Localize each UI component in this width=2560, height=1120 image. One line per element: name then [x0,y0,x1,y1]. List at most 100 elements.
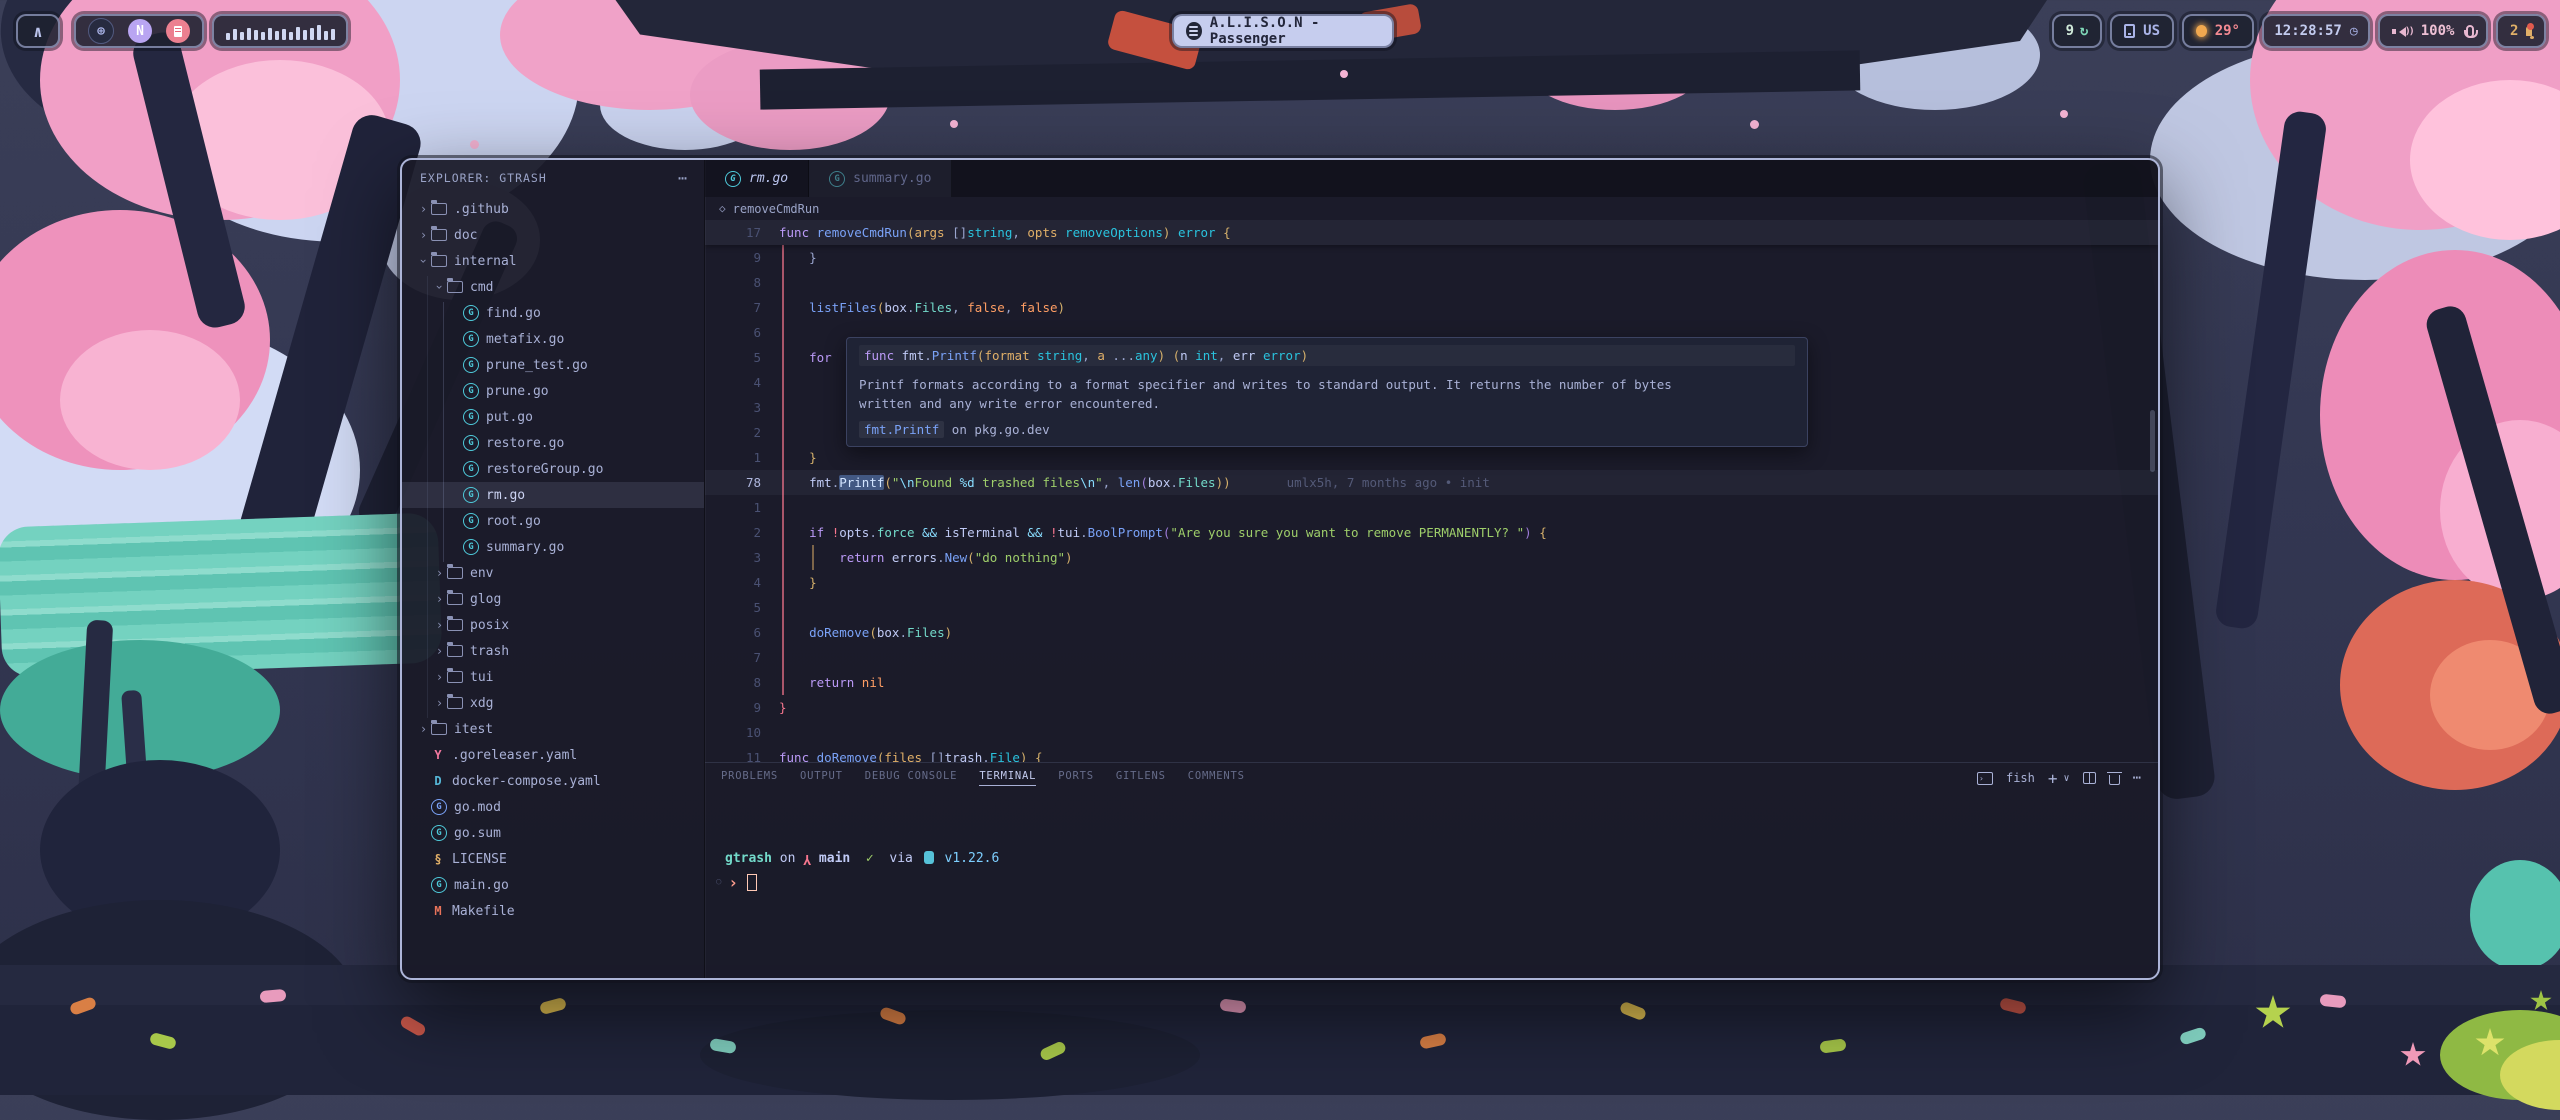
file-tree-item[interactable]: ›itest [402,716,704,742]
panel-tabs: PROBLEMS OUTPUT DEBUG CONSOLE TERMINAL PORTS… [721,770,1245,786]
file-tree-item[interactable]: Groot.go [402,508,704,534]
chevron-icon: › [432,644,447,658]
terminal[interactable]: gtrash on Y main ✓ via v1.22.6 ○ › [705,793,2158,894]
terminal-cursor [747,874,757,891]
code-line: 8 [705,270,2158,295]
code-token: "Are you sure you want to remove PERMANE… [1170,525,1524,540]
panel-tab[interactable]: GITLENS [1116,770,1166,786]
editor-scrollbar[interactable] [2150,410,2155,472]
file-tree-item[interactable]: Gprune_test.go [402,352,704,378]
launcher-pill[interactable]: ∧ [16,14,60,48]
code-line: 9} [705,695,2158,720]
code-token [779,475,809,490]
file-tree-item[interactable]: ›glog [402,586,704,612]
file-tree-item[interactable]: ›internal [402,248,704,274]
explorer-sidebar: EXPLORER: GTRASH ⋯ ›.github›doc›internal… [402,160,705,978]
split-terminal-icon[interactable] [2083,772,2096,784]
code-token: func [779,750,817,762]
panel-tab[interactable]: PORTS [1058,770,1094,786]
file-tree-label: env [470,566,493,581]
bottom-panel: PROBLEMS OUTPUT DEBUG CONSOLE TERMINAL PORTS… [705,762,2158,978]
code-line: 3 return errors.New("do nothing") [705,545,2158,570]
weather-pill[interactable]: 29° [2182,14,2254,48]
tab-label: summary.go [853,171,931,186]
file-tree-item[interactable]: Ggo.mod [402,794,704,820]
browser-app-icon[interactable]: ⊕ [88,18,114,44]
file-tree-item[interactable]: GrestoreGroup.go [402,456,704,482]
shell-label[interactable]: fish [2006,771,2035,785]
panel-tab[interactable]: DEBUG CONSOLE [865,770,958,786]
file-tree-label: summary.go [486,540,564,555]
files-app-icon[interactable] [166,19,190,43]
code-token: doRemove [817,750,877,762]
more-actions-icon[interactable]: ⋯ [678,169,688,187]
panel-tab[interactable]: OUTPUT [800,770,843,786]
kill-terminal-icon[interactable] [2109,775,2120,785]
notifications-pill[interactable]: 2 [2496,14,2546,48]
updates-pill[interactable]: 9 ↻ [2052,14,2102,48]
file-tree-item[interactable]: ›env [402,560,704,586]
code-editor[interactable]: 17func removeCmdRun(args []string, opts … [705,220,2158,762]
panel-tab[interactable]: PROBLEMS [721,770,778,786]
code-token: ( [884,475,892,490]
file-tree-label: xdg [470,696,493,711]
file-tree-item[interactable]: ›doc [402,222,704,248]
editor-tab[interactable]: Grm.go [705,160,809,197]
code-token: ) [1058,300,1066,315]
code-token: n [1180,348,1195,363]
file-tree-item[interactable]: › tui [402,664,704,690]
audio-visualizer-pill [212,14,348,48]
file-tree-item[interactable]: Ddocker-compose.yaml [402,768,704,794]
file-tree-item[interactable]: Gsummary.go [402,534,704,560]
tooltip-link-text[interactable]: on pkg.go.dev [952,422,1050,437]
file-tree-item[interactable]: Gfind.go [402,300,704,326]
code-token [779,300,809,315]
go-file-icon: G [463,305,479,321]
code-text: } [779,450,817,465]
line-number: 11 [705,750,779,762]
code-text: func doRemove(files []trash.File) { [779,750,1042,762]
code-line: 7 [705,645,2158,670]
breadcrumb[interactable]: ◇ removeCmdRun [705,197,2158,220]
new-terminal-icon[interactable]: + [2048,769,2058,788]
editor-tab[interactable]: Gsummary.go [809,160,952,197]
file-tree-item[interactable]: Grm.go [402,482,704,508]
code-token: [] [952,225,967,240]
file-tree-label: prune_test.go [486,358,588,373]
code-token: box [877,625,900,640]
file-tree-item[interactable]: ›trash [402,638,704,664]
code-token: , [1012,225,1027,240]
file-tree-item[interactable]: ›cmd [402,274,704,300]
go-file-icon: G [463,513,479,529]
update-icon: ↻ [2080,23,2088,39]
chevron-icon: › [432,670,447,684]
file-tree-item[interactable]: ›.github [402,196,704,222]
now-playing-pill[interactable]: A.L.I.S.O.N - Passenger [1172,14,1394,48]
file-tree-item[interactable]: Gput.go [402,404,704,430]
tooltip-code-link[interactable]: fmt.Printf [859,421,944,438]
clock-pill[interactable]: 12:28:57 ◷ [2262,14,2370,48]
sun-icon [2196,25,2207,37]
notes-app-icon[interactable]: N [128,19,152,43]
file-tree-item[interactable]: ›posix [402,612,704,638]
code-text: return nil [779,675,884,690]
file-tree-item[interactable]: Grestore.go [402,430,704,456]
panel-tab[interactable]: TERMINAL [979,770,1036,786]
panel-tab[interactable]: COMMENTS [1188,770,1245,786]
file-tree-label: main.go [454,878,509,893]
file-tree-label: tui [470,670,493,685]
file-tree-item[interactable]: Ggo.sum [402,820,704,846]
file-tree-item[interactable]: ›xdg [402,690,704,716]
panel-more-icon[interactable]: ⋯ [2133,770,2142,786]
file-tree-item[interactable]: MMakefile [402,898,704,924]
keyboard-layout-pill[interactable]: US [2110,14,2174,48]
code-token: trash [945,750,983,762]
chevron-down-icon[interactable]: ∨ [2064,773,2070,784]
file-tree-item[interactable]: Gmetafix.go [402,326,704,352]
file-tree-item[interactable]: Gprune.go [402,378,704,404]
code-token: error [1170,225,1215,240]
file-tree-item[interactable]: Y.goreleaser.yaml [402,742,704,768]
audio-pill[interactable]: )) 100% [2378,14,2488,48]
file-tree-item[interactable]: Gmain.go [402,872,704,898]
file-tree-item[interactable]: §LICENSE [402,846,704,872]
